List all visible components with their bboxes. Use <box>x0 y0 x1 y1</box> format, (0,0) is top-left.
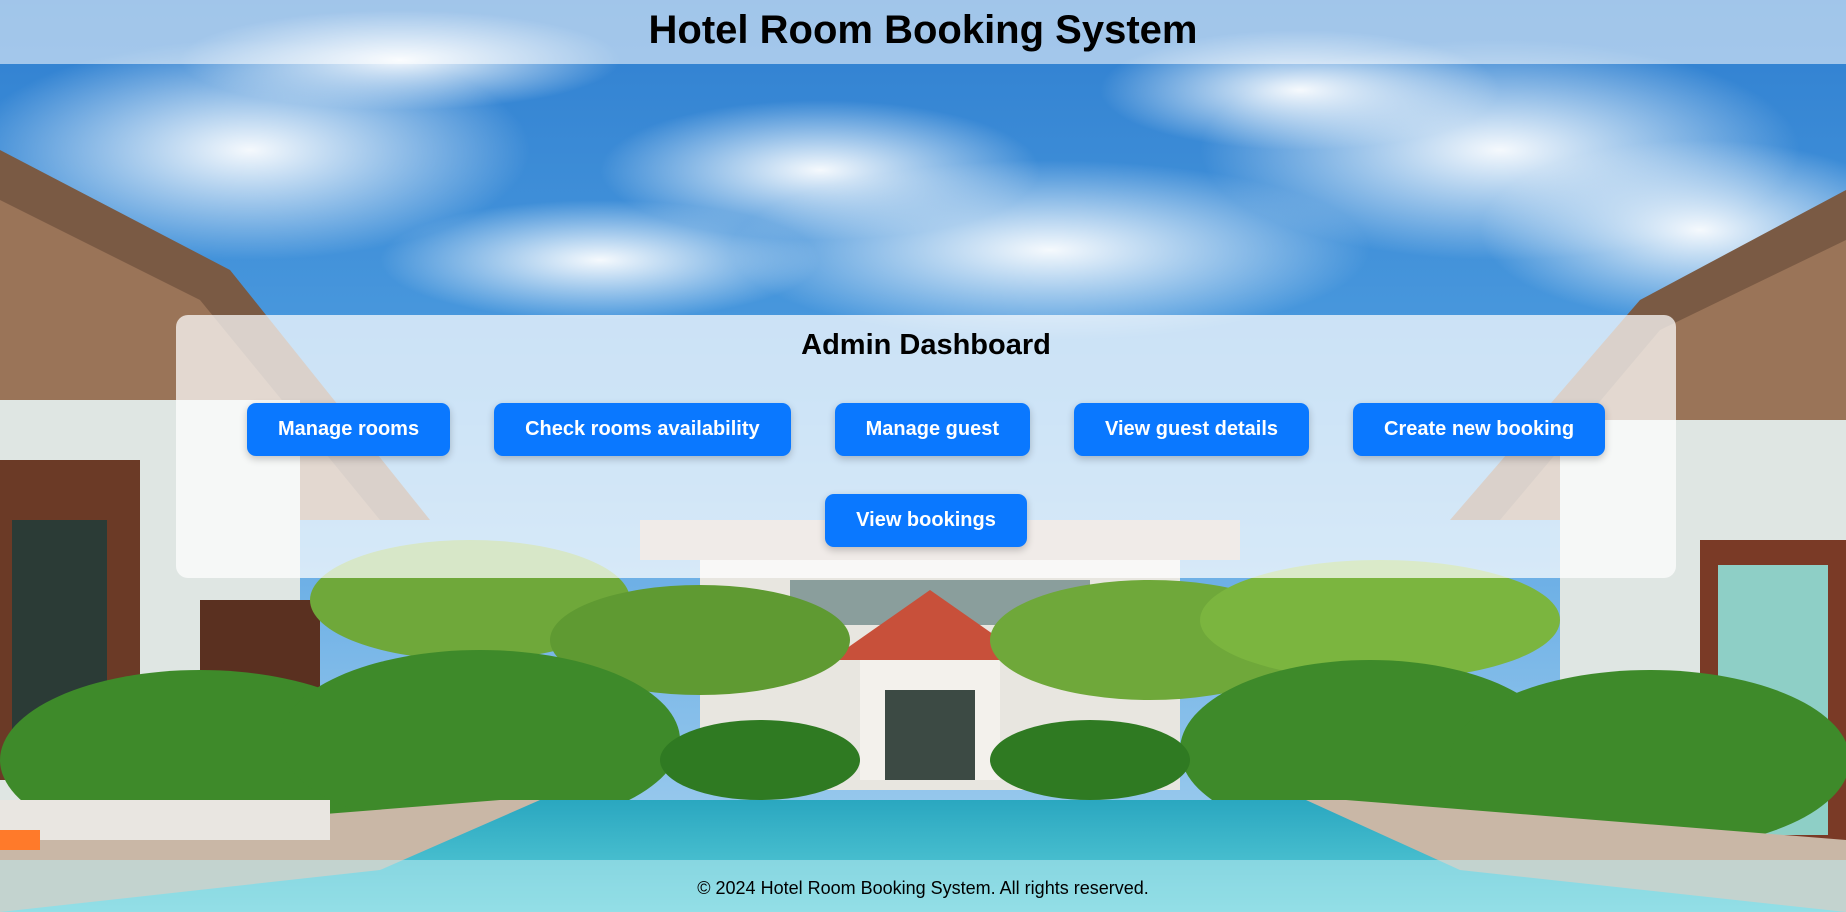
view-bookings-button[interactable]: View bookings <box>825 494 1027 547</box>
view-guest-details-button[interactable]: View guest details <box>1074 403 1310 456</box>
copyright-text: © 2024 Hotel Room Booking System. All ri… <box>697 878 1149 898</box>
manage-rooms-button[interactable]: Manage rooms <box>246 403 451 456</box>
create-new-booking-button[interactable]: Create new booking <box>1353 403 1606 456</box>
check-rooms-availability-button[interactable]: Check rooms availability <box>494 403 791 456</box>
page: Hotel Room Booking System Admin Dashboar… <box>0 0 1846 912</box>
manage-guest-button[interactable]: Manage guest <box>834 403 1030 456</box>
dashboard-button-row: Manage rooms Check rooms availability Ma… <box>176 403 1676 456</box>
dashboard-button-row-2: View bookings <box>176 494 1676 547</box>
admin-dashboard-panel: Admin Dashboard Manage rooms Check rooms… <box>176 315 1676 578</box>
page-title: Hotel Room Booking System <box>648 8 1198 52</box>
site-footer: © 2024 Hotel Room Booking System. All ri… <box>0 860 1846 912</box>
dashboard-title: Admin Dashboard <box>801 329 1051 361</box>
site-header: Hotel Room Booking System <box>0 0 1846 64</box>
